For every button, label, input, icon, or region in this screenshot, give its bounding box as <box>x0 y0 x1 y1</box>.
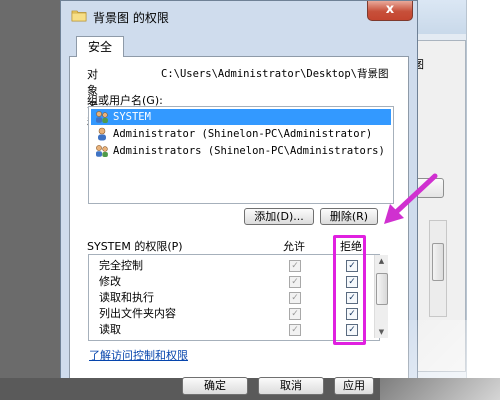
list-item-administrators[interactable]: Administrators (Shinelon-PC\Administrato… <box>91 143 385 159</box>
annotation-arrow-icon <box>384 173 438 224</box>
allow-checkbox[interactable]: ✓ <box>289 292 301 304</box>
allow-checkbox[interactable]: ✓ <box>289 276 301 288</box>
list-item-administrator[interactable]: Administrator (Shinelon-PC\Administrator… <box>91 126 372 142</box>
user-list[interactable]: SYSTEM Administrator (Shinelon-PC\Admini… <box>88 106 394 204</box>
scrollbar-thumb[interactable] <box>376 273 388 305</box>
tab-security[interactable]: 安全 <box>76 36 124 57</box>
watermark-fade <box>380 320 500 400</box>
user-label: SYSTEM <box>113 111 151 123</box>
user-label: Administrator (Shinelon-PC\Administrator… <box>113 128 373 140</box>
permission-name: 列出文件夹内容 <box>99 307 176 320</box>
scrollbar-thumb[interactable] <box>432 243 444 281</box>
user-label: Administrators (Shinelon-PC\Administrato… <box>113 145 385 157</box>
permissions-title: SYSTEM 的权限(P) <box>87 240 183 253</box>
apply-button[interactable]: 应用 <box>334 377 374 395</box>
permission-name: 读取 <box>99 323 121 336</box>
users-group-icon <box>96 111 108 123</box>
dialog-titlebar[interactable]: 背景图 的权限 x <box>61 1 417 31</box>
learn-access-control-link[interactable]: 了解访问控制和权限 <box>89 347 188 363</box>
scroll-up-icon[interactable]: ▲ <box>375 255 388 267</box>
ok-button[interactable]: 确定 <box>182 377 248 395</box>
dialog-title: 背景图 的权限 <box>93 11 169 25</box>
remove-button[interactable]: 删除(R) <box>320 208 378 225</box>
allow-checkbox[interactable]: ✓ <box>289 260 301 272</box>
user-icon <box>98 127 106 141</box>
cancel-button[interactable]: 取消 <box>258 377 324 395</box>
permission-name: 完全控制 <box>99 259 143 272</box>
list-item-system[interactable]: SYSTEM <box>91 109 391 125</box>
allow-column-header: 允许 <box>283 240 305 253</box>
folder-icon <box>71 10 87 22</box>
allow-checkbox[interactable]: ✓ <box>289 308 301 320</box>
add-button[interactable]: 添加(D)... <box>244 208 314 225</box>
users-group-icon <box>96 145 108 157</box>
allow-checkbox[interactable]: ✓ <box>289 324 301 336</box>
background-scrollbar[interactable] <box>429 220 447 317</box>
object-name-value: C:\Users\Administrator\Desktop\背景图 <box>161 68 389 80</box>
permission-name: 读取和执行 <box>99 291 154 304</box>
deny-column-highlight <box>333 235 366 345</box>
permission-name: 修改 <box>99 275 121 288</box>
close-button[interactable]: x <box>367 1 413 21</box>
